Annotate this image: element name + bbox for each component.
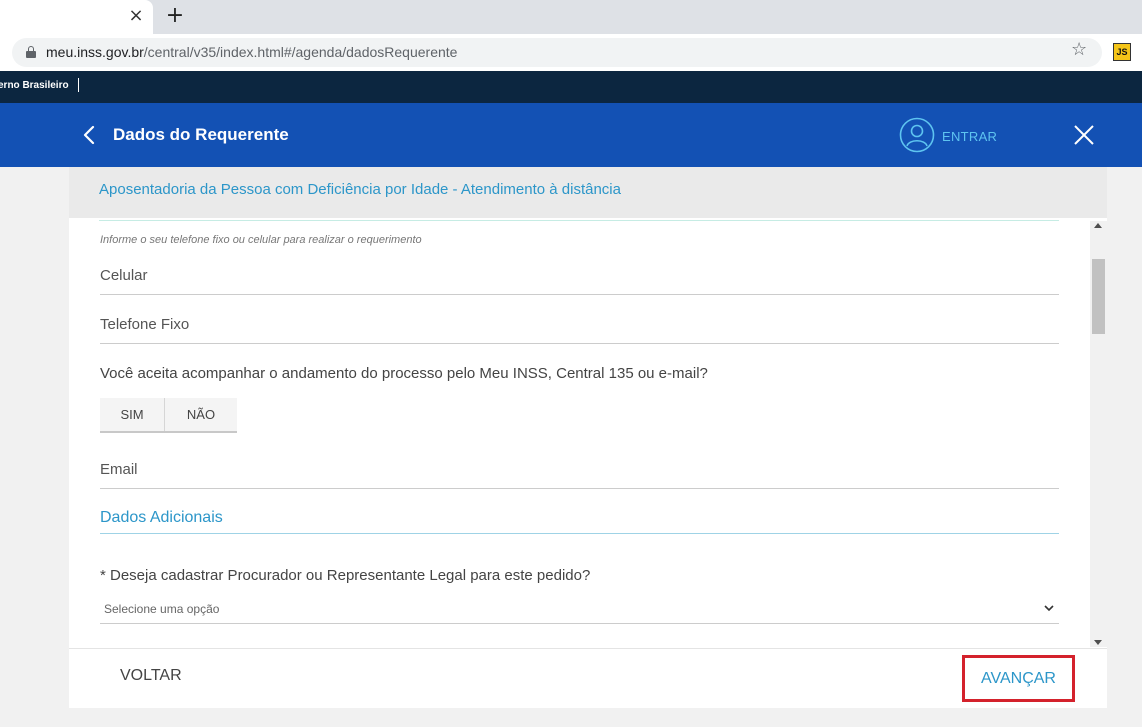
section-title-dados-adicionais: Dados Adicionais xyxy=(100,509,223,526)
procurador-select-value: Selecione uma opção xyxy=(104,602,220,616)
address-bar[interactable]: meu.inss.gov.br/central/v35/index.html#/… xyxy=(12,38,1102,67)
email-field[interactable]: Email xyxy=(100,453,1059,489)
procurador-question: * Deseja cadastrar Procurador ou Represe… xyxy=(100,567,591,584)
scroll-thumb[interactable] xyxy=(1092,259,1105,334)
nao-button[interactable]: NÃO xyxy=(164,398,237,431)
celular-field[interactable]: Celular xyxy=(100,259,1059,295)
avancar-button[interactable]: AVANÇAR xyxy=(962,655,1075,702)
user-avatar-icon[interactable] xyxy=(899,117,935,153)
telefone-fixo-label: Telefone Fixo xyxy=(100,316,190,333)
extension-js-icon[interactable]: JS xyxy=(1113,43,1131,61)
form-card: Aposentadoria da Pessoa com Deficiência … xyxy=(69,167,1107,708)
scroll-up-arrow-icon[interactable] xyxy=(1094,223,1102,228)
service-subtitle: Aposentadoria da Pessoa com Deficiência … xyxy=(99,181,621,198)
address-url[interactable]: meu.inss.gov.br/central/v35/index.html#/… xyxy=(46,44,457,60)
app-header: Dados do Requerente ENTRAR xyxy=(0,103,1142,167)
gov-bar-separator xyxy=(78,78,79,92)
back-chevron-icon[interactable] xyxy=(80,125,100,145)
sim-button[interactable]: SIM xyxy=(100,398,164,431)
lock-icon[interactable] xyxy=(26,46,36,58)
chevron-down-icon xyxy=(1044,605,1054,612)
form-scrollbar[interactable] xyxy=(1090,221,1107,647)
footer-divider xyxy=(69,648,1107,649)
scroll-down-arrow-icon[interactable] xyxy=(1094,640,1102,645)
accept-question: Você aceita acompanhar o andamento do pr… xyxy=(100,365,708,382)
telefone-fixo-field[interactable]: Telefone Fixo xyxy=(100,308,1059,344)
new-tab-icon[interactable]: + xyxy=(163,5,187,29)
browser-toolbar: meu.inss.gov.br/central/v35/index.html#/… xyxy=(0,34,1142,71)
service-subtitle-bar: Aposentadoria da Pessoa com Deficiência … xyxy=(69,167,1107,218)
bookmark-star-icon[interactable]: ☆ xyxy=(1071,41,1087,59)
url-path: /central/v35/index.html#/agenda/dadosReq… xyxy=(143,44,458,60)
voltar-button[interactable]: VOLTAR xyxy=(120,667,182,685)
accept-toggle: SIM NÃO xyxy=(100,398,237,433)
tab-close-icon[interactable]: × xyxy=(126,6,146,26)
gov-bar: erno Brasileiro xyxy=(0,71,1142,103)
phone-hint: Informe o seu telefone fixo ou celular p… xyxy=(100,234,422,246)
url-host: meu.inss.gov.br xyxy=(46,44,144,60)
browser-tab-strip: × + xyxy=(0,0,1142,34)
gov-bar-text[interactable]: erno Brasileiro xyxy=(0,80,69,91)
procurador-select[interactable]: Selecione uma opção xyxy=(100,596,1059,624)
page-title: Dados do Requerente xyxy=(113,125,289,144)
close-icon[interactable] xyxy=(1073,124,1095,146)
email-label: Email xyxy=(100,461,138,478)
section-divider xyxy=(100,533,1059,534)
celular-label: Celular xyxy=(100,267,148,284)
login-link[interactable]: ENTRAR xyxy=(942,129,997,144)
top-divider xyxy=(99,220,1059,221)
browser-tab[interactable]: × xyxy=(0,0,153,34)
